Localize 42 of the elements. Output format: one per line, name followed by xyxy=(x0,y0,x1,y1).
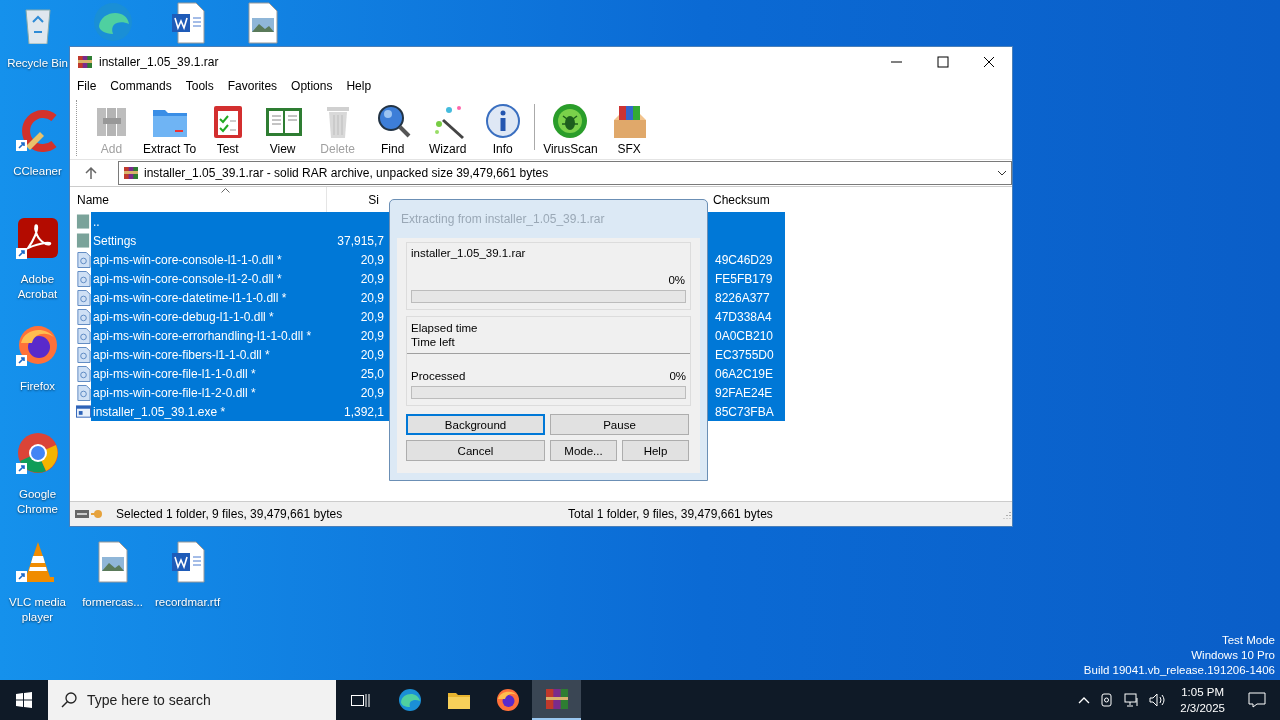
file-size: 1,392,1 xyxy=(343,404,384,419)
file-name: api-ms-win-core-datetime-l1-1-0.dll * xyxy=(92,290,288,305)
file-checksum: 49C46D29 xyxy=(715,252,773,267)
percent-text: 0% xyxy=(667,274,686,286)
time-label: Time left xyxy=(410,335,456,349)
file-checksum: FE5FB179 xyxy=(715,271,773,286)
dialog-title: Extracting from installer_1.05_39.1.rar xyxy=(400,211,606,228)
file-checksum: EC3755D0 xyxy=(715,347,774,362)
file-name: .. xyxy=(92,214,101,229)
system-info-text: Build 19041.vb_release.191206-1406 xyxy=(1083,663,1275,678)
file-checksum: 47D338A4 xyxy=(715,309,772,324)
file-size: 20,9 xyxy=(360,385,384,400)
file-size: 20,9 xyxy=(360,252,384,267)
file-checksum: 92FAE24E xyxy=(715,385,773,400)
system-info-text: Windows 10 Pro xyxy=(1191,648,1275,663)
file-name: installer_1.05_39.1.exe * xyxy=(92,404,227,419)
file-checksum: 0A0CB210 xyxy=(715,328,774,343)
file-checksum: 8226A377 xyxy=(715,290,770,305)
file-name: api-ms-win-core-console-l1-2-0.dll * xyxy=(92,271,283,286)
archive-name: installer_1.05_39.1.rar xyxy=(411,247,527,261)
file-checksum: 06A2C19E xyxy=(715,366,774,381)
file-checksum: 85C73FBA xyxy=(715,404,774,419)
window-title: installer_1.05_39.1.rar xyxy=(99,54,220,69)
file-size: 20,9 xyxy=(360,347,384,362)
percent-text: 0% xyxy=(669,370,686,382)
file-size: 20,9 xyxy=(360,309,384,324)
file-size: 37,915,7 xyxy=(337,233,384,248)
file-name: api-ms-win-core-fibers-l1-1-0.dll * xyxy=(92,347,271,362)
file-name: api-ms-win-core-errorhandling-l1-1-0.dll * xyxy=(92,328,313,343)
file-name: api-ms-win-core-console-l1-1-0.dll * xyxy=(92,252,283,267)
status-text: Total 1 folder, 9 files, 39,479,661 bytes xyxy=(568,507,774,521)
file-name: api-ms-win-core-debug-l1-1-0.dll * xyxy=(92,309,275,324)
status-text: Selected 1 folder, 9 files, 39,479,661 bytes xyxy=(116,507,344,521)
processed-label: Processed xyxy=(411,370,466,382)
file-size: 20,9 xyxy=(360,328,384,343)
system-info-text: Test Mode xyxy=(1221,633,1275,648)
file-size: 25,0 xyxy=(360,366,384,381)
file-name: api-ms-win-core-file-l1-1-0.dll * xyxy=(92,366,257,381)
file-size: 20,9 xyxy=(360,290,384,305)
file-size: 20,9 xyxy=(360,271,384,286)
file-name: Settings xyxy=(92,233,138,248)
file-name: api-ms-win-core-file-l1-2-0.dll * xyxy=(92,385,257,400)
